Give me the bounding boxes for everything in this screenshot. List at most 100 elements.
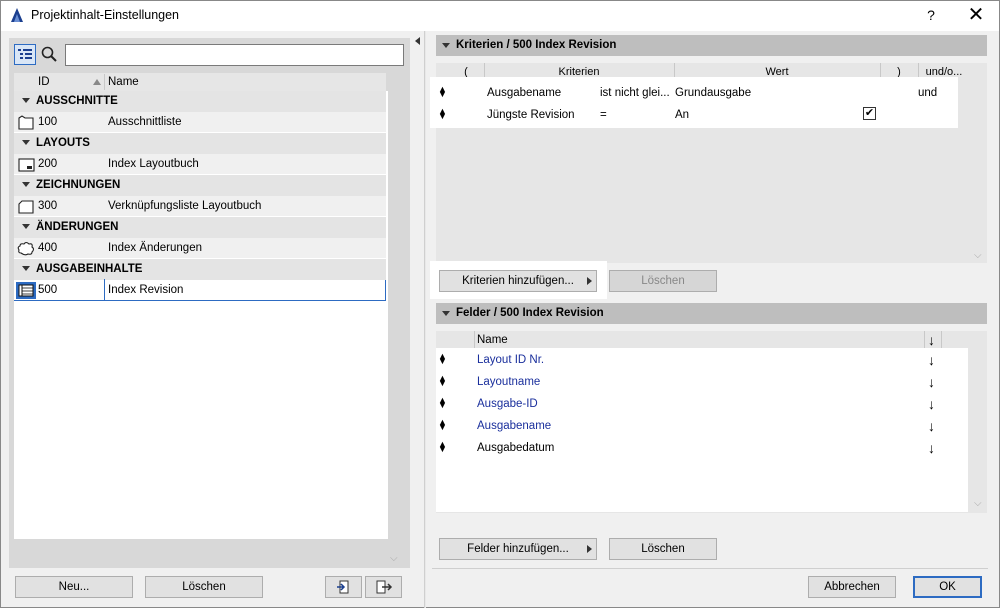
tree-group-aenderungen[interactable]: ÄNDERUNGEN	[14, 217, 386, 238]
field-name[interactable]: Ausgabename	[477, 420, 551, 432]
scroll-down-icon[interactable]: ⌵	[974, 498, 982, 509]
group-label: ÄNDERUNGEN	[36, 221, 119, 233]
field-row[interactable]: ▲ ▼ Layoutname ↓	[436, 371, 968, 393]
drag-handle-icon[interactable]: ▲ ▼	[438, 107, 447, 121]
column-header-name: Name	[477, 334, 508, 346]
drag-handle-icon[interactable]: ▲ ▼	[438, 440, 447, 454]
sort-order-icon[interactable]: ↓	[928, 418, 935, 434]
column-divider[interactable]	[104, 74, 105, 90]
delete-fields-button[interactable]: Löschen	[609, 538, 717, 560]
tree-item-400[interactable]: 400 Index Änderungen	[14, 238, 386, 259]
criterion-operator[interactable]: ist nicht glei...	[600, 87, 670, 99]
add-fields-button[interactable]: Felder hinzufügen...	[439, 538, 597, 560]
chevron-down-icon[interactable]	[22, 266, 30, 271]
item-name: Index Layoutbuch	[108, 158, 199, 170]
import-icon	[336, 580, 348, 594]
group-label: LAYOUTS	[36, 137, 90, 149]
drag-handle-icon[interactable]: ▲ ▼	[438, 374, 447, 388]
item-id: 300	[38, 200, 58, 212]
window-title: Projektinhalt-Einstellungen	[31, 8, 180, 22]
fields-section-header[interactable]: Felder / 500 Index Revision	[436, 303, 987, 324]
search-icon[interactable]	[40, 45, 58, 63]
field-name[interactable]: Layout ID Nr.	[477, 354, 544, 366]
add-criteria-label: Kriterien hinzufügen...	[462, 275, 574, 287]
item-id: 400	[38, 242, 58, 254]
group-label: AUSSCHNITTE	[36, 95, 118, 107]
tree-item-300[interactable]: 300 Verknüpfungsliste Layoutbuch	[14, 196, 386, 217]
archicad-app-icon	[9, 7, 25, 23]
criterion-operator[interactable]: =	[600, 109, 607, 121]
collapse-panel-icon[interactable]	[415, 37, 420, 45]
tree-column-header	[14, 73, 386, 91]
chevron-down-icon[interactable]	[442, 311, 450, 316]
selected-row-divider	[104, 279, 105, 300]
field-row[interactable]: ▲ ▼ Ausgabename ↓	[436, 415, 968, 437]
add-criteria-button[interactable]: Kriterien hinzufügen...	[439, 270, 597, 292]
export-button[interactable]	[365, 576, 402, 598]
delete-criteria-button[interactable]: Löschen	[609, 270, 717, 292]
new-button[interactable]: Neu...	[15, 576, 133, 598]
criteria-row[interactable]: ▲ ▼ Jüngste Revision = An	[436, 104, 956, 126]
field-name[interactable]: Ausgabe-ID	[477, 398, 538, 410]
tree-item-200[interactable]: 200 Index Layoutbuch	[14, 154, 386, 175]
scroll-down-icon[interactable]: ⌵	[390, 553, 398, 564]
column-divider[interactable]	[474, 331, 475, 348]
add-fields-label: Felder hinzufügen...	[467, 543, 569, 555]
column-header-name[interactable]: Name	[108, 76, 139, 88]
panel-splitter[interactable]	[424, 31, 426, 608]
tree-view-toggle-button[interactable]	[14, 44, 36, 65]
group-label: ZEICHNUNGEN	[36, 179, 121, 191]
close-button[interactable]: ✕	[958, 3, 994, 27]
chevron-down-icon[interactable]	[22, 140, 30, 145]
criterion-name[interactable]: Jüngste Revision	[487, 109, 575, 121]
tree-group-zeichnungen[interactable]: ZEICHNUNGEN	[14, 175, 386, 196]
drag-handle-icon[interactable]: ▲ ▼	[438, 396, 447, 410]
item-id: 200	[38, 158, 58, 170]
criterion-value[interactable]: An	[675, 109, 689, 121]
criterion-value[interactable]: Grundausgabe	[675, 87, 751, 99]
scroll-down-icon[interactable]: ⌵	[974, 250, 982, 261]
column-header-id[interactable]: ID	[38, 76, 50, 88]
drag-handle-icon[interactable]: ▲ ▼	[438, 418, 447, 432]
criteria-row[interactable]: ▲ ▼ Ausgabename ist nicht glei... Grundau…	[436, 82, 956, 104]
criterion-and-or[interactable]: und	[918, 87, 937, 99]
issue-content-icon	[16, 282, 36, 299]
chevron-down-icon[interactable]	[22, 224, 30, 229]
tree-item-100[interactable]: 100 Ausschnittliste	[14, 112, 386, 133]
sort-ascending-icon	[93, 79, 101, 85]
sort-order-icon[interactable]: ↓	[928, 352, 935, 368]
chevron-down-icon[interactable]	[442, 43, 450, 48]
cancel-button[interactable]: Abbrechen	[808, 576, 896, 598]
drag-handle-icon[interactable]: ▲ ▼	[438, 85, 447, 99]
sort-column-header[interactable]: ↓	[928, 332, 935, 348]
field-row[interactable]: ▲ ▼ Ausgabedatum ↓	[436, 437, 968, 459]
field-name[interactable]: Ausgabedatum	[477, 442, 554, 454]
import-button[interactable]	[325, 576, 362, 598]
item-name: Index Änderungen	[108, 242, 202, 254]
column-divider[interactable]	[924, 331, 925, 348]
tree-item-500[interactable]: 500 Index Revision	[14, 280, 386, 301]
field-name[interactable]: Layoutname	[477, 376, 540, 388]
tree-group-ausschnitte[interactable]: AUSSCHNITTE	[14, 91, 386, 112]
sort-order-icon[interactable]: ↓	[928, 396, 935, 412]
criteria-section-header[interactable]: Kriterien / 500 Index Revision	[436, 35, 987, 56]
drag-handle-icon[interactable]: ▲ ▼	[438, 352, 447, 366]
criterion-checkbox[interactable]: ✔	[863, 107, 876, 120]
field-row[interactable]: ▲ ▼ Ausgabe-ID ↓	[436, 393, 968, 415]
ok-button[interactable]: OK	[913, 576, 982, 598]
tree-group-ausgabeinhalte[interactable]: AUSGABEINHALTE	[14, 259, 386, 280]
column-divider[interactable]	[941, 331, 942, 348]
criterion-name[interactable]: Ausgabename	[487, 87, 561, 99]
chevron-down-icon[interactable]	[22, 98, 30, 103]
field-row[interactable]: ▲ ▼ Layout ID Nr. ↓	[436, 349, 968, 371]
help-button[interactable]: ?	[915, 3, 947, 27]
drawing-icon	[18, 200, 34, 214]
search-input[interactable]	[65, 44, 404, 66]
view-list-icon	[18, 115, 34, 130]
chevron-down-icon[interactable]	[22, 182, 30, 187]
delete-button[interactable]: Löschen	[145, 576, 263, 598]
item-id: 100	[38, 116, 58, 128]
tree-group-layouts[interactable]: LAYOUTS	[14, 133, 386, 154]
sort-order-icon[interactable]: ↓	[928, 374, 935, 390]
sort-order-icon[interactable]: ↓	[928, 440, 935, 456]
